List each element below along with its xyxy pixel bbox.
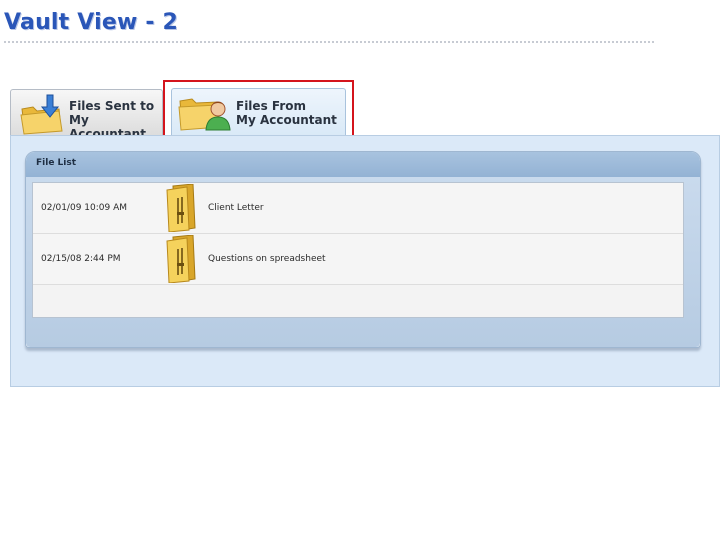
file-date: 02/15/08 2:44 PM bbox=[41, 254, 121, 264]
file-list-body: 02/01/09 10:09 AM Client Letter 02/15/08… bbox=[26, 177, 700, 347]
empty-row bbox=[33, 285, 683, 317]
file-list: 02/01/09 10:09 AM Client Letter 02/15/08… bbox=[32, 182, 684, 318]
file-row[interactable]: 02/01/09 10:09 AM Client Letter bbox=[33, 183, 683, 234]
file-list-title: File List bbox=[36, 158, 77, 168]
file-list-header: File List bbox=[26, 152, 700, 177]
vault-panel: File List 02/01/09 10:09 AM Client Lette… bbox=[10, 135, 720, 387]
file-name: Client Letter bbox=[208, 203, 264, 213]
file-name: Questions on spreadsheet bbox=[208, 254, 326, 264]
slide-title: Vault View - 2 bbox=[4, 10, 179, 35]
folder-icon bbox=[166, 235, 196, 283]
tab-files-sent[interactable]: Files Sent to My Accountant bbox=[10, 89, 163, 141]
folder-icon bbox=[166, 184, 196, 232]
file-date: 02/01/09 10:09 AM bbox=[41, 203, 128, 213]
title-divider bbox=[4, 41, 654, 43]
file-list-card: File List 02/01/09 10:09 AM Client Lette… bbox=[25, 151, 701, 348]
file-row[interactable]: 02/15/08 2:44 PM Questions on spreadshee… bbox=[33, 234, 683, 285]
upload-folder-icon bbox=[20, 94, 63, 135]
